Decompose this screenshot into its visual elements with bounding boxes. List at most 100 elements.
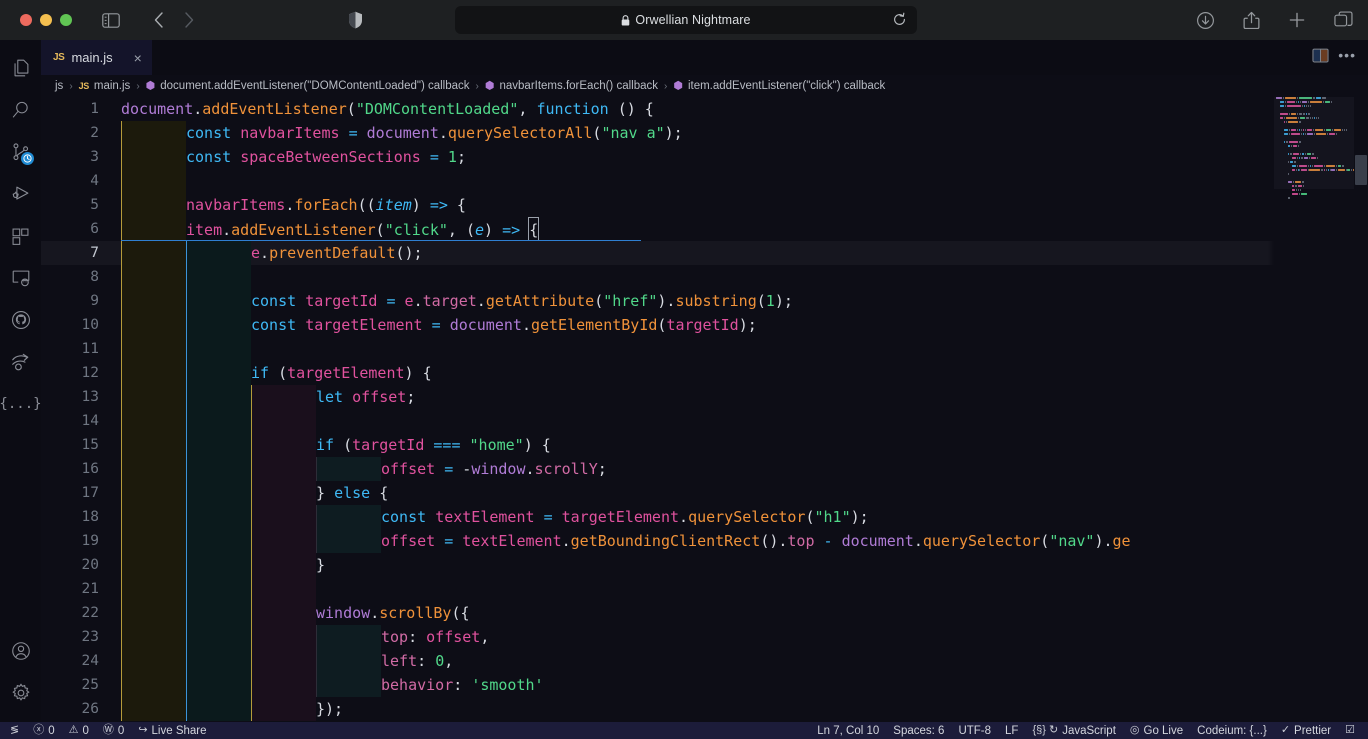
code-line[interactable]: 1 document.addEventListener("DOMContentLo… bbox=[41, 97, 1368, 121]
status-ports-forwarded[interactable]: Ⓦ 0 bbox=[96, 722, 131, 739]
line-number[interactable]: 18 bbox=[41, 505, 99, 529]
editor-scrollbar-thumb[interactable] bbox=[1355, 155, 1367, 185]
code-line[interactable]: 19 offset = textElement.getBoundingClient… bbox=[41, 529, 1368, 553]
share-icon[interactable] bbox=[1238, 7, 1264, 33]
code-line[interactable]: 15 if (targetId === "home") { bbox=[41, 433, 1368, 457]
status-editor-eol[interactable]: LF bbox=[998, 722, 1025, 739]
line-number[interactable]: 5 bbox=[41, 193, 99, 217]
code-line[interactable]: 10 const targetElement = document.getElem… bbox=[41, 313, 1368, 337]
breadcrumb-item-file[interactable]: JS main.js bbox=[79, 80, 131, 92]
status-codeium-status[interactable]: Codeium: {...} bbox=[1190, 722, 1274, 739]
tabs-icon[interactable] bbox=[1330, 7, 1356, 33]
chevron-right-icon[interactable] bbox=[176, 7, 202, 33]
code-line[interactable]: 26}); bbox=[41, 697, 1368, 721]
status-editor-encoding[interactable]: UTF-8 bbox=[951, 722, 998, 739]
line-number[interactable]: 19 bbox=[41, 529, 99, 553]
status-editor-position[interactable]: Ln 7, Col 10 bbox=[810, 722, 886, 739]
code-line[interactable]: 22 window.scrollBy({ bbox=[41, 601, 1368, 625]
line-number[interactable]: 25 bbox=[41, 673, 99, 697]
zoom-window-button[interactable] bbox=[60, 14, 72, 26]
code-line[interactable]: 2 const navbarItems = document.querySelec… bbox=[41, 121, 1368, 145]
remote-explorer-icon[interactable] bbox=[0, 257, 41, 299]
editor-tab-main-js[interactable]: JS main.js × bbox=[41, 40, 152, 75]
code-line[interactable]: 17} else { bbox=[41, 481, 1368, 505]
code-line[interactable]: 6 item.addEventListener("click", (e) => { bbox=[41, 217, 1368, 243]
minimap-slider[interactable] bbox=[1274, 97, 1354, 189]
privacy-shield-icon[interactable] bbox=[342, 7, 368, 33]
codeium-icon[interactable]: {...} bbox=[0, 383, 42, 425]
live-share-icon[interactable] bbox=[0, 341, 41, 383]
code-lines[interactable]: 1 document.addEventListener("DOMContentLo… bbox=[41, 97, 1368, 721]
split-editor-icon[interactable] bbox=[1312, 48, 1329, 68]
code-line[interactable]: 8 bbox=[41, 265, 1368, 289]
line-number[interactable]: 24 bbox=[41, 649, 99, 673]
line-number[interactable]: 26 bbox=[41, 697, 99, 721]
code-line[interactable]: 4 bbox=[41, 169, 1368, 193]
account-icon[interactable] bbox=[0, 630, 41, 672]
line-number[interactable]: 22 bbox=[41, 601, 99, 625]
status-prettier-status[interactable]: ✓ Prettier bbox=[1274, 722, 1338, 739]
line-number[interactable]: 16 bbox=[41, 457, 99, 481]
line-number[interactable]: 13 bbox=[41, 385, 99, 409]
line-number[interactable]: 17 bbox=[41, 481, 99, 505]
code-line[interactable]: 14 bbox=[41, 409, 1368, 433]
breadcrumb-item-symbol-2[interactable]: ⬢ navbarItems.forEach() callback bbox=[485, 80, 658, 92]
status-problems-warnings[interactable]: ⚠ 0 bbox=[62, 722, 96, 739]
sidebar-toggle-icon[interactable] bbox=[98, 7, 124, 33]
line-number[interactable]: 9 bbox=[41, 289, 99, 313]
line-number[interactable]: 7 bbox=[41, 241, 99, 265]
code-line[interactable]: 13 let offset; bbox=[41, 385, 1368, 409]
more-actions-icon[interactable]: ••• bbox=[1338, 48, 1356, 67]
plus-icon[interactable] bbox=[1284, 7, 1310, 33]
code-line[interactable]: 23 top: offset, bbox=[41, 625, 1368, 649]
status-remote-window-indicator[interactable]: ≶ bbox=[3, 722, 26, 739]
line-number[interactable]: 11 bbox=[41, 337, 99, 361]
download-icon[interactable] bbox=[1192, 7, 1218, 33]
line-number[interactable]: 10 bbox=[41, 313, 99, 337]
breadcrumb-item-symbol-3[interactable]: ⬢ item.addEventListener("click") callbac… bbox=[673, 80, 885, 92]
line-number[interactable]: 12 bbox=[41, 361, 99, 385]
code-line[interactable]: 18 const textElement = targetElement.quer… bbox=[41, 505, 1368, 529]
status-editor-language[interactable]: {§} ↻ JavaScript bbox=[1025, 722, 1122, 739]
search-icon[interactable] bbox=[0, 89, 41, 131]
code-editor[interactable]: 1 document.addEventListener("DOMContentLo… bbox=[41, 97, 1368, 722]
status-problems-errors[interactable]: ⓧ 0 bbox=[26, 722, 61, 739]
code-line[interactable]: 5 navbarItems.forEach((item) => { bbox=[41, 193, 1368, 217]
line-number[interactable]: 8 bbox=[41, 265, 99, 289]
code-line[interactable]: 25 behavior: 'smooth' bbox=[41, 673, 1368, 697]
code-line[interactable]: 9 const targetId = e.target.getAttribute(… bbox=[41, 289, 1368, 313]
code-line[interactable]: 12 if (targetElement) { bbox=[41, 361, 1368, 385]
line-number[interactable]: 20 bbox=[41, 553, 99, 577]
line-number[interactable]: 4 bbox=[41, 169, 99, 193]
address-bar[interactable]: Orwellian Nightmare bbox=[455, 6, 917, 34]
reload-icon[interactable] bbox=[892, 12, 908, 28]
line-number[interactable]: 1 bbox=[41, 97, 99, 121]
line-number[interactable]: 14 bbox=[41, 409, 99, 433]
code-line[interactable]: 11 bbox=[41, 337, 1368, 361]
settings-gear-icon[interactable] bbox=[0, 672, 41, 714]
extensions-icon[interactable] bbox=[0, 215, 41, 257]
chevron-left-icon[interactable] bbox=[146, 7, 172, 33]
code-line[interactable]: 3 const spaceBetweenSections = 1; bbox=[41, 145, 1368, 169]
editor-scrollbar[interactable] bbox=[1354, 97, 1368, 722]
code-line[interactable]: 21 bbox=[41, 577, 1368, 601]
code-line[interactable]: 20} bbox=[41, 553, 1368, 577]
minimize-window-button[interactable] bbox=[40, 14, 52, 26]
line-number[interactable]: 6 bbox=[41, 217, 99, 241]
close-icon[interactable]: × bbox=[134, 51, 142, 65]
line-number[interactable]: 15 bbox=[41, 433, 99, 457]
source-control-icon[interactable] bbox=[0, 131, 41, 173]
minimap[interactable] bbox=[1274, 97, 1354, 722]
status-live-share[interactable]: ↪ Live Share bbox=[131, 722, 213, 739]
code-line[interactable]: 24 left: 0, bbox=[41, 649, 1368, 673]
explorer-icon[interactable] bbox=[0, 47, 41, 89]
status-go-live[interactable]: ◎ Go Live bbox=[1123, 722, 1190, 739]
code-line[interactable]: 7 e.preventDefault(); bbox=[41, 241, 1368, 265]
breadcrumb-item-folder[interactable]: js bbox=[55, 80, 63, 92]
close-window-button[interactable] bbox=[20, 14, 32, 26]
breadcrumb-item-symbol-1[interactable]: ⬢ document.addEventListener("DOMContentL… bbox=[146, 80, 470, 92]
status-editor-indentation[interactable]: Spaces: 6 bbox=[886, 722, 951, 739]
line-number[interactable]: 3 bbox=[41, 145, 99, 169]
code-line[interactable]: 16 offset = -window.scrollY; bbox=[41, 457, 1368, 481]
line-number[interactable]: 23 bbox=[41, 625, 99, 649]
